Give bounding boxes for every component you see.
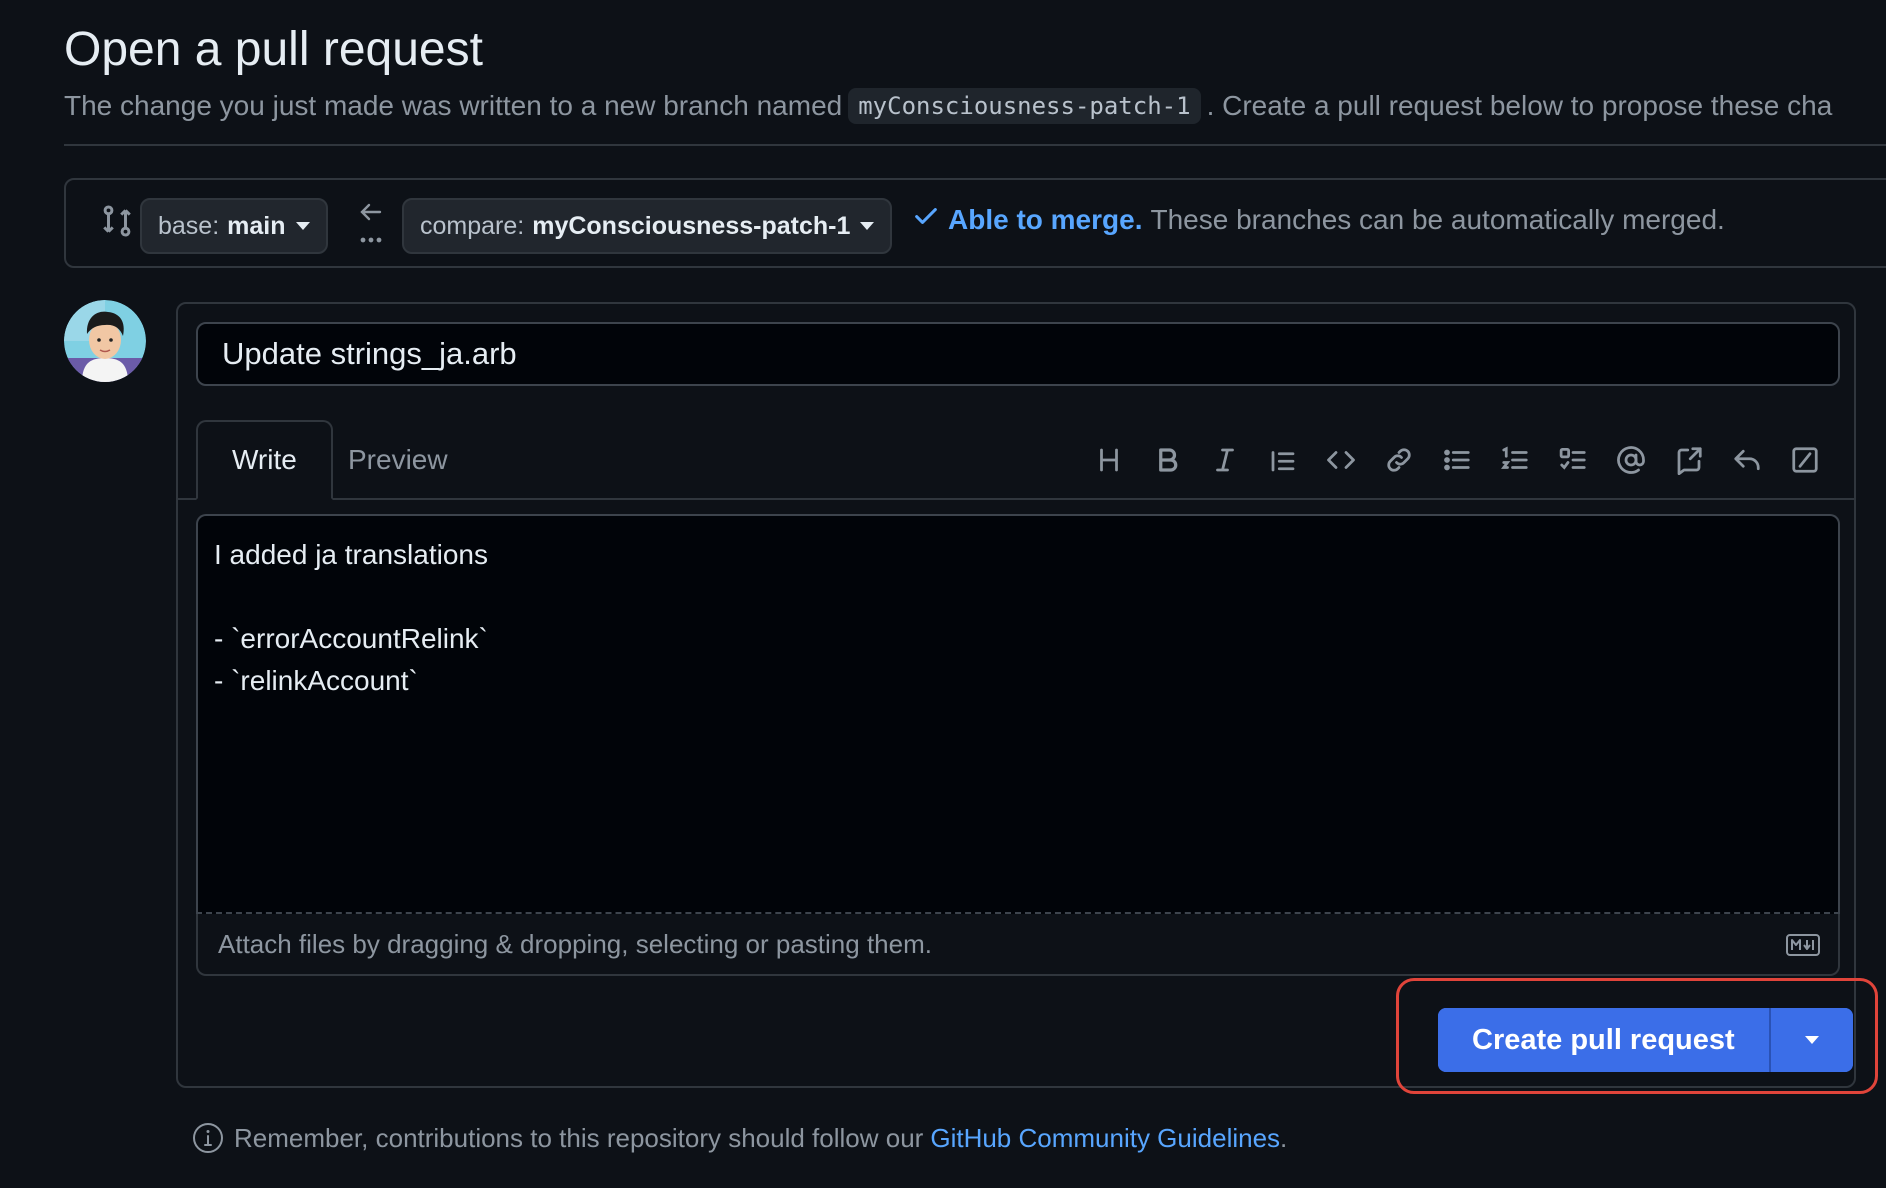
merge-status-label: Able to merge. — [948, 203, 1143, 235]
git-compare-icon — [100, 204, 134, 238]
pr-body-textarea[interactable]: I added ja translations - `errorAccountR… — [196, 514, 1840, 926]
body-line — [214, 576, 1822, 618]
compare-branch-select[interactable]: compare: myConsciousness-patch-1 — [402, 198, 893, 254]
markdown-icon — [1786, 932, 1820, 956]
slash-command-icon[interactable] — [1776, 436, 1834, 484]
body-line: - `relinkAccount` — [214, 665, 418, 696]
resize-handle-icon[interactable] — [1822, 896, 1836, 926]
heading-icon[interactable] — [1080, 436, 1138, 484]
footer-period: . — [1280, 1122, 1288, 1153]
subtitle-after: . Create a pull request below to propose… — [1206, 90, 1833, 121]
code-icon[interactable] — [1312, 436, 1370, 484]
quote-icon[interactable] — [1254, 436, 1312, 484]
markdown-toolbar — [1080, 436, 1834, 484]
merge-status-description: These branches can be automatically merg… — [1150, 203, 1725, 235]
check-icon — [912, 202, 940, 237]
compare-bar: base: main compare: myConsciousness-patc… — [64, 178, 1886, 268]
reply-icon[interactable] — [1718, 436, 1776, 484]
highlight-annotation — [1396, 978, 1878, 1094]
header-divider — [64, 144, 1886, 146]
footer-note-text: Remember, contributions to this reposito… — [234, 1122, 924, 1153]
tab-preview[interactable]: Preview — [314, 420, 482, 500]
attach-files-bar[interactable]: Attach files by dragging & dropping, sel… — [196, 914, 1840, 976]
body-line: - `errorAccountRelink` — [214, 623, 488, 654]
branch-name-code: myConsciousness-patch-1 — [848, 88, 1201, 124]
pr-title-input[interactable]: Update strings_ja.arb — [196, 322, 1840, 386]
task-list-icon[interactable] — [1544, 436, 1602, 484]
page-subtitle: The change you just made was written to … — [64, 88, 1832, 124]
avatar[interactable] — [64, 300, 146, 382]
merge-status: Able to merge. These branches can be aut… — [912, 202, 1725, 237]
link-icon[interactable] — [1370, 436, 1428, 484]
arrow-left-icon — [356, 200, 386, 250]
pull-request-form: Update strings_ja.arb Write Preview I ad… — [176, 302, 1856, 1088]
numbered-list-icon[interactable] — [1486, 436, 1544, 484]
base-branch-value: main — [227, 211, 286, 240]
info-icon — [192, 1122, 224, 1154]
bold-icon[interactable] — [1138, 436, 1196, 484]
compare-branch-value: myConsciousness-patch-1 — [532, 211, 851, 240]
subtitle-before: The change you just made was written to … — [64, 90, 843, 121]
footer-note: Remember, contributions to this reposito… — [192, 1122, 1287, 1154]
base-branch-label: base: — [158, 211, 220, 240]
bulleted-list-icon[interactable] — [1428, 436, 1486, 484]
page-title: Open a pull request — [64, 23, 483, 76]
body-line: I added ja translations — [214, 539, 488, 570]
compare-branch-label: compare: — [420, 211, 525, 240]
chevron-down-icon — [860, 222, 875, 230]
attach-files-hint: Attach files by dragging & dropping, sel… — [218, 928, 932, 959]
tab-write[interactable]: Write — [196, 420, 333, 500]
community-guidelines-link[interactable]: GitHub Community Guidelines — [930, 1123, 1280, 1154]
reference-icon[interactable] — [1660, 436, 1718, 484]
italic-icon[interactable] — [1196, 436, 1254, 484]
chevron-down-icon — [295, 222, 310, 230]
base-branch-select[interactable]: base: main — [140, 198, 328, 254]
mention-icon[interactable] — [1602, 436, 1660, 484]
